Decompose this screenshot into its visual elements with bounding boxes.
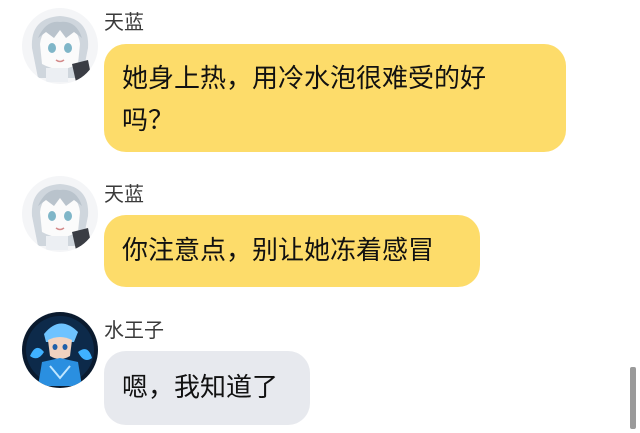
sender-name: 天蓝 [104, 182, 144, 206]
message-text-line2: 吗？ [122, 106, 175, 136]
sender-name: 天蓝 [104, 10, 144, 34]
message-bubble[interactable]: 你注意点，别让她冻着感冒 [104, 215, 480, 287]
message-text: 嗯，我知道了 [122, 373, 279, 403]
girl-avatar-icon [22, 176, 98, 252]
boy-avatar-icon [22, 312, 98, 388]
message-text-line1: 她身上热，用冷水泡很难受的好 [122, 64, 487, 94]
message-bubble[interactable]: 嗯，我知道了 [104, 351, 310, 425]
avatar-tianlan[interactable] [22, 8, 98, 84]
girl-avatar-icon [22, 8, 98, 84]
message-bubble[interactable]: 她身上热，用冷水泡很难受的好 吗？ [104, 44, 566, 152]
scrollbar-thumb[interactable] [630, 367, 636, 429]
avatar-tianlan[interactable] [22, 176, 98, 252]
sender-name: 水王子 [104, 318, 164, 342]
avatar-shuiwangzi[interactable] [22, 312, 98, 388]
message-text: 你注意点，别让她冻着感冒 [122, 236, 435, 266]
